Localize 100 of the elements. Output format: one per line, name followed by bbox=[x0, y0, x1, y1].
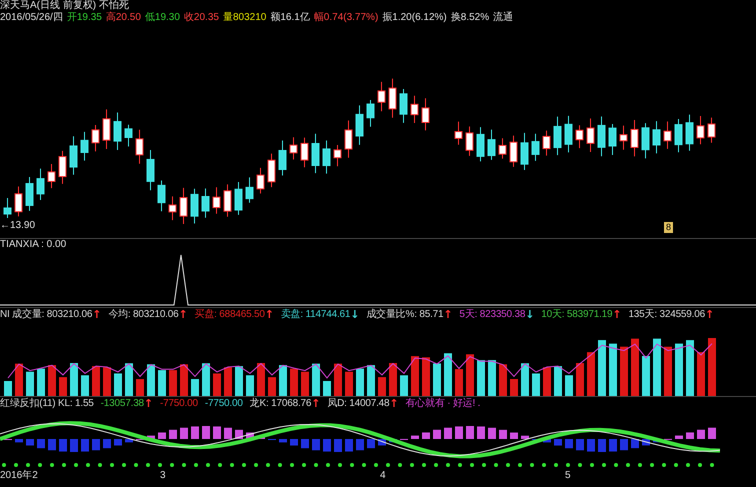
histogram-bar bbox=[620, 439, 628, 450]
volume-bar bbox=[411, 356, 419, 396]
candlestick bbox=[146, 150, 154, 191]
quote-field: 振1.20(6.12%) bbox=[382, 12, 447, 24]
histogram-bar bbox=[521, 436, 529, 439]
histogram-bar bbox=[81, 439, 89, 452]
histogram-bar bbox=[103, 439, 111, 448]
volume-bar bbox=[565, 375, 573, 396]
candlestick bbox=[202, 188, 210, 218]
volume-bar bbox=[103, 367, 111, 396]
volume-bar bbox=[279, 365, 287, 396]
volume-bar bbox=[499, 364, 507, 396]
legend-item: -7750.00 bbox=[160, 397, 198, 411]
volume-bar bbox=[543, 367, 551, 396]
candlestick bbox=[114, 112, 122, 151]
legend-item: NI 成交量: 803210.06 bbox=[0, 308, 92, 322]
candlestick bbox=[708, 117, 716, 144]
candlestick bbox=[454, 121, 462, 146]
histogram-bar bbox=[587, 439, 595, 452]
histogram-bar bbox=[202, 426, 210, 439]
candlestick bbox=[168, 196, 176, 221]
histogram-bar bbox=[37, 439, 45, 448]
histogram-bar bbox=[59, 439, 67, 452]
volume-bar bbox=[444, 353, 452, 396]
quote-field: 收20.35 bbox=[184, 12, 219, 24]
candlestick bbox=[180, 187, 188, 224]
volume-bar bbox=[4, 381, 12, 396]
volume-bar bbox=[312, 364, 320, 396]
candlestick bbox=[190, 188, 198, 224]
histogram-bar bbox=[675, 436, 683, 439]
histogram-bar bbox=[15, 439, 23, 442]
volume-bar bbox=[697, 352, 705, 396]
candlestick bbox=[136, 129, 144, 164]
histogram-bar bbox=[499, 430, 507, 439]
candlestick bbox=[674, 118, 682, 153]
volume-bar bbox=[609, 344, 617, 396]
candlestick bbox=[598, 116, 606, 157]
candlestick bbox=[356, 104, 364, 146]
candlestick bbox=[510, 135, 518, 168]
histogram-bar bbox=[708, 428, 716, 439]
legend-item: 买盘: 688465.50 bbox=[194, 308, 265, 322]
volume-bar bbox=[202, 363, 210, 396]
volume-bar bbox=[466, 354, 474, 396]
chart-title: 深天马A(日线 前复权) 不怕死 bbox=[0, 0, 130, 12]
candlestick bbox=[322, 140, 330, 174]
volume-bar bbox=[147, 364, 155, 396]
candlestick bbox=[256, 167, 264, 194]
candlestick bbox=[476, 126, 484, 162]
volume-bar bbox=[48, 365, 56, 396]
volume-bar bbox=[433, 363, 441, 396]
volume-bar bbox=[268, 377, 276, 396]
volume-bar bbox=[642, 356, 650, 396]
histogram-bar bbox=[686, 432, 694, 439]
date-axis-label: 5 bbox=[565, 469, 572, 483]
marker-icon: 8 bbox=[664, 222, 674, 233]
volume-bar bbox=[59, 377, 67, 396]
candlestick bbox=[466, 126, 474, 156]
trend-arrow: ↑ bbox=[443, 308, 452, 322]
volume-bar bbox=[477, 360, 485, 396]
volume-bar bbox=[598, 340, 606, 396]
volume-bar bbox=[620, 346, 628, 396]
quote-field: 流通 bbox=[493, 12, 514, 24]
histogram-bar bbox=[301, 439, 309, 448]
volume-bar bbox=[664, 346, 672, 396]
low-price-label: ←13.90 bbox=[0, 220, 36, 231]
trend-arrow: ↑ bbox=[144, 397, 153, 411]
candlestick bbox=[488, 129, 496, 160]
volume-bar bbox=[686, 340, 694, 396]
histogram-bar bbox=[180, 428, 188, 439]
candlestick bbox=[586, 118, 594, 153]
volume-bar bbox=[235, 366, 243, 396]
histogram-bar bbox=[290, 439, 298, 446]
volume-bar bbox=[532, 373, 540, 396]
volume-bar bbox=[708, 338, 716, 396]
candlestick bbox=[300, 137, 308, 168]
histogram-bar bbox=[158, 432, 166, 439]
quote-field: 换8.52% bbox=[450, 12, 490, 24]
legend-item: -7750.00 bbox=[204, 397, 243, 411]
quote-field: 高20.50 bbox=[106, 12, 141, 24]
legend-item: 卖盘: 114744.61 bbox=[280, 308, 350, 322]
candlestick bbox=[268, 153, 276, 188]
legend-item: 今均: 803210.06 bbox=[108, 308, 178, 322]
candlestick bbox=[102, 108, 110, 150]
histogram-bar bbox=[510, 432, 518, 439]
legend-item: -13057.38 bbox=[100, 397, 144, 411]
candlestick bbox=[158, 180, 166, 212]
volume-bar bbox=[631, 338, 639, 396]
trend-arrow: ↑ bbox=[389, 397, 398, 411]
histogram-bar bbox=[147, 436, 155, 439]
candlestick bbox=[542, 130, 550, 156]
volume-bar bbox=[213, 373, 221, 396]
histogram-bar bbox=[543, 439, 551, 442]
histogram-bar bbox=[565, 439, 573, 448]
trend-arrow: ↑ bbox=[704, 308, 714, 322]
legend-item: 135天: 324559.06 bbox=[628, 308, 705, 322]
date-axis-label: 4 bbox=[380, 469, 387, 483]
volume-bar bbox=[510, 379, 518, 396]
histogram-bar bbox=[576, 439, 584, 450]
candlestick bbox=[422, 98, 430, 131]
volume-bar bbox=[191, 379, 199, 396]
